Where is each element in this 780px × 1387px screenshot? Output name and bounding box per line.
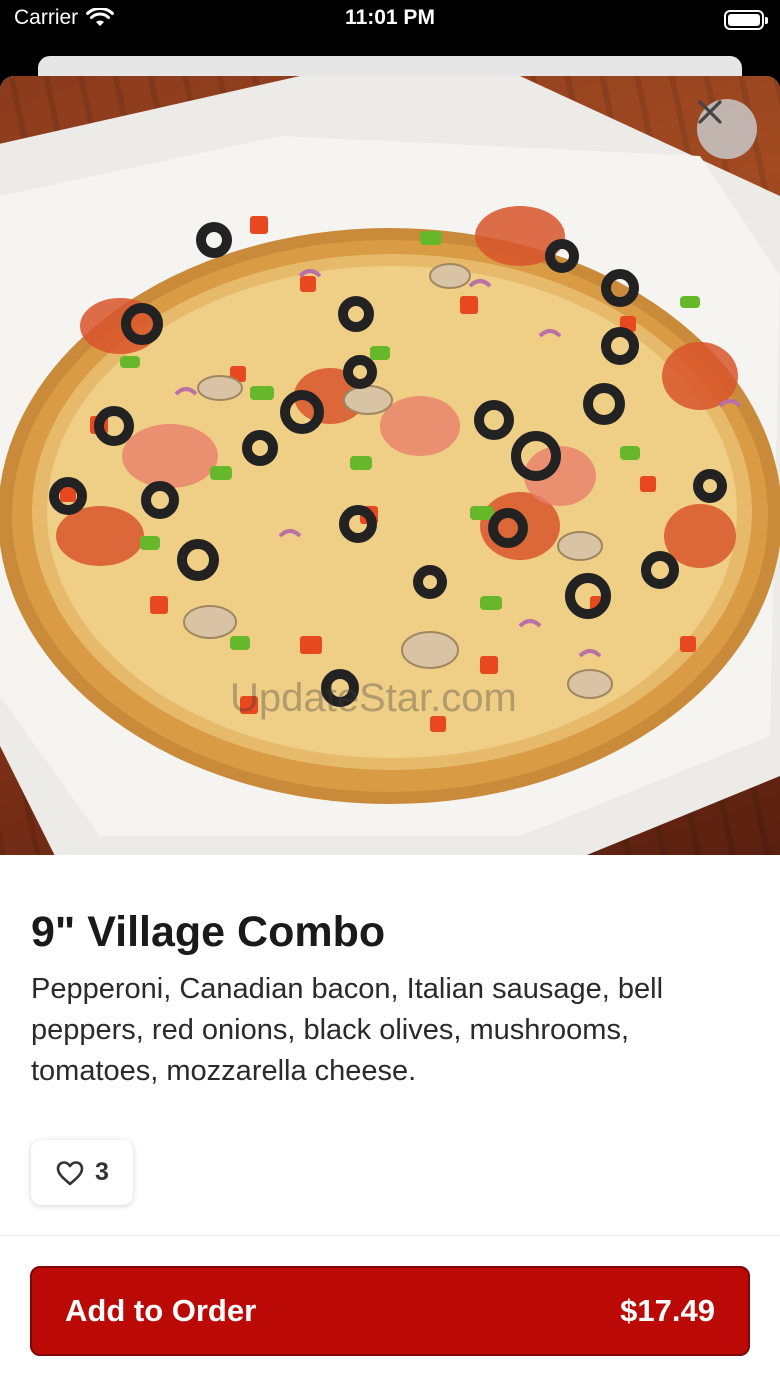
like-count: 3 [95,1158,109,1186]
add-to-order-button[interactable]: Add to Order $17.49 [30,1266,750,1356]
status-time: 11:01 PM [345,6,435,29]
item-description: Pepperoni, Canadian bacon, Italian sausa… [31,973,664,1087]
item-photo: UpdateStar.com [0,76,780,855]
pizza-illustration: UpdateStar.com [0,76,780,855]
item-title: 9" Village Combo [31,908,386,956]
close-button[interactable] [697,99,757,159]
battery-icon [724,10,768,30]
close-icon [698,100,722,124]
order-price: $17.49 [620,1293,715,1328]
svg-text:UpdateStar.com: UpdateStar.com [230,676,517,720]
item-detail-sheet: UpdateStar.com 9" Village Combo Pepperon… [0,76,780,1387]
status-bar: Carrier 11:01 PM [0,0,780,44]
divider [0,1235,780,1236]
like-button[interactable]: 3 [31,1140,133,1205]
heart-icon [56,1160,84,1185]
add-to-order-label: Add to Order [65,1293,257,1328]
